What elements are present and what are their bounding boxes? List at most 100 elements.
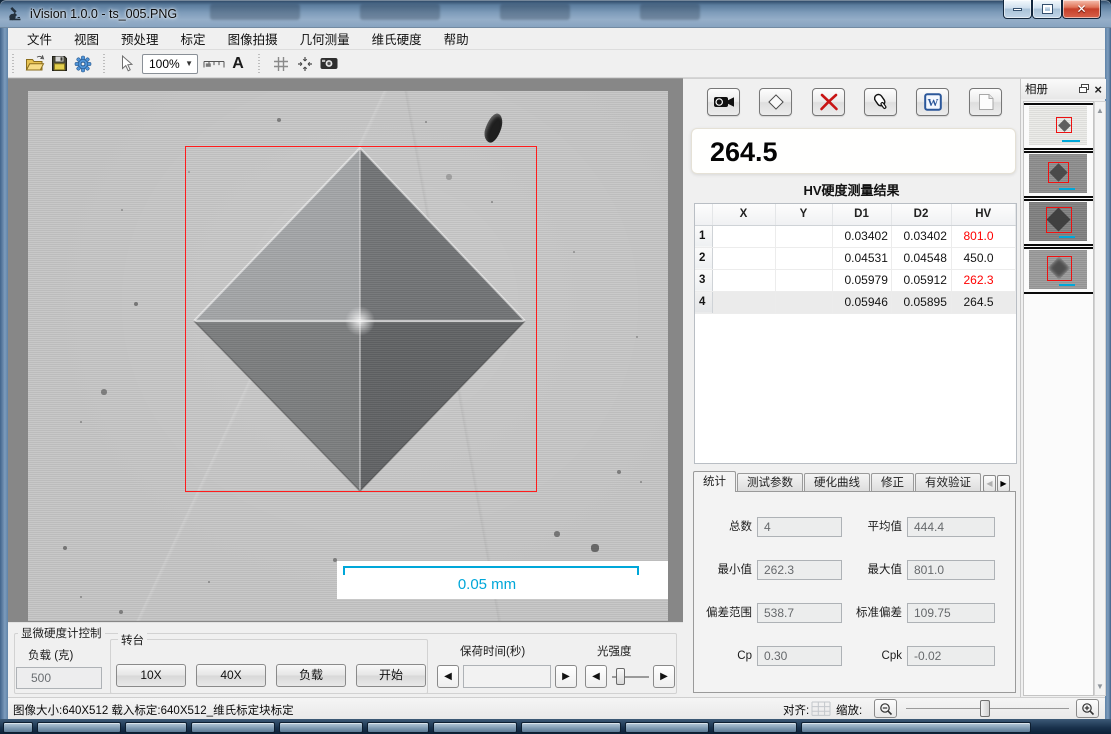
album-thumbnail-1[interactable]	[1024, 103, 1093, 150]
load-grams-field[interactable]: 500	[16, 667, 102, 689]
toolbar-drag-handle[interactable]	[257, 54, 262, 74]
close-panel-icon[interactable]: ×	[1094, 83, 1102, 96]
light-intensity-slider[interactable]	[610, 665, 651, 688]
stat-range-field[interactable]: 538.7	[757, 603, 842, 623]
tab-correction[interactable]: 修正	[871, 473, 914, 492]
zoom-out-icon[interactable]	[874, 699, 897, 718]
taskbar-button[interactable]	[521, 722, 621, 733]
stat-cpk-field[interactable]: -0.02	[907, 646, 995, 666]
album-thumbnail-4[interactable]	[1024, 247, 1093, 294]
menu-image-capture[interactable]: 图像拍摄	[217, 26, 289, 51]
align-grid-icon[interactable]	[811, 701, 831, 721]
tab-validation[interactable]: 有效验证	[915, 473, 981, 492]
microscope-icon	[8, 6, 23, 26]
taskbar-button[interactable]	[433, 722, 517, 733]
apply-load-button[interactable]: 负载	[276, 664, 346, 687]
scale-bracket-line	[343, 566, 639, 575]
tab-test-params[interactable]: 测试参数	[737, 473, 803, 492]
toolbar-drag-handle[interactable]	[11, 54, 16, 74]
taskbar-button[interactable]	[625, 722, 709, 733]
taskbar-button[interactable]	[191, 722, 275, 733]
status-bar: 图像大小:640X512 载入标定:640X512_维氏标定块标定 对齐: 缩放…	[8, 697, 1105, 719]
crosshair-icon[interactable]	[293, 52, 317, 76]
stat-mean-field[interactable]: 444.4	[907, 517, 995, 537]
table-row-selected[interactable]: 4 0.05946 0.05895 264.5	[695, 291, 1016, 313]
taskbar-button[interactable]	[713, 722, 797, 733]
col-d2[interactable]: D2	[891, 204, 951, 225]
menu-vickers-hardness[interactable]: 维氏硬度	[361, 26, 433, 51]
album-thumbnail-3[interactable]	[1024, 199, 1093, 246]
manual-measure-button[interactable]	[864, 88, 897, 116]
menu-geometry-measure[interactable]: 几何测量	[289, 26, 361, 51]
menu-view[interactable]: 视图	[63, 26, 110, 51]
measurement-roi-rectangle[interactable]	[185, 146, 537, 492]
taskbar-button[interactable]	[279, 722, 363, 733]
taskbar-button[interactable]	[801, 722, 1031, 733]
tab-hardening-curve[interactable]: 硬化曲线	[804, 473, 870, 492]
stat-max-field[interactable]: 801.0	[907, 560, 995, 580]
tab-statistics[interactable]: 统计	[693, 471, 736, 492]
delete-button[interactable]	[812, 88, 845, 116]
taskbar-button[interactable]	[3, 722, 33, 733]
col-d1[interactable]: D1	[832, 204, 891, 225]
grid-icon[interactable]	[269, 52, 293, 76]
table-row[interactable]: 3 0.05979 0.05912 262.3	[695, 269, 1016, 291]
settings-gear-icon[interactable]	[71, 52, 95, 76]
table-row[interactable]: 2 0.04531 0.04548 450.0	[695, 247, 1016, 269]
menu-preprocess[interactable]: 预处理	[110, 26, 170, 51]
stat-range-label: 偏差范围	[683, 603, 752, 624]
zoom-level-select[interactable]: 100% ▼	[142, 54, 198, 74]
toolbar-drag-handle[interactable]	[102, 54, 107, 74]
zoom-in-icon[interactable]	[1076, 699, 1099, 718]
camcorder-button[interactable]	[707, 88, 740, 116]
new-report-button[interactable]	[969, 88, 1002, 116]
camera-icon[interactable]	[317, 52, 341, 76]
dwell-decrease-icon[interactable]: ◀	[437, 665, 459, 688]
glass-reflection	[210, 4, 300, 20]
open-folder-icon[interactable]	[23, 52, 47, 76]
microscope-image[interactable]: 0.05 mm	[28, 91, 668, 621]
table-row[interactable]: 1 0.03402 0.03402 801.0	[695, 225, 1016, 247]
stat-cp-field[interactable]: 0.30	[757, 646, 842, 666]
album-panel: 相册 ×	[1020, 78, 1105, 697]
cell-hv: 801.0	[951, 225, 1016, 247]
float-panel-icon[interactable]	[1079, 80, 1089, 98]
scroll-up-icon[interactable]: ▲	[1095, 106, 1105, 115]
album-scrollbar[interactable]: ▲ ▼	[1094, 101, 1106, 696]
objective-10x-button[interactable]: 10X	[116, 664, 186, 687]
cell-d2: 0.04548	[891, 247, 951, 269]
col-x[interactable]: X	[712, 204, 775, 225]
stat-total-field[interactable]: 4	[757, 517, 842, 537]
minimize-button[interactable]	[1003, 0, 1032, 19]
tab-scroll-right-icon[interactable]: ▶	[997, 475, 1010, 492]
menu-file[interactable]: 文件	[16, 26, 63, 51]
menu-help[interactable]: 帮助	[433, 26, 480, 51]
menu-calibration[interactable]: 标定	[170, 26, 217, 51]
scroll-down-icon[interactable]: ▼	[1095, 682, 1105, 691]
slider-thumb[interactable]	[616, 668, 625, 685]
dwell-increase-icon[interactable]: ▶	[555, 665, 577, 688]
album-thumbnail-2[interactable]	[1024, 151, 1093, 198]
word-export-button[interactable]: W	[916, 88, 949, 116]
save-icon[interactable]	[47, 52, 71, 76]
diamond-indent-button[interactable]	[759, 88, 792, 116]
text-tool-icon[interactable]: A	[226, 52, 250, 76]
close-button[interactable]: ✕	[1062, 0, 1101, 19]
light-increase-icon[interactable]: ▶	[653, 665, 675, 688]
taskbar-button[interactable]	[125, 722, 187, 733]
col-hv[interactable]: HV	[951, 204, 1016, 225]
start-button[interactable]: 开始	[356, 664, 426, 687]
tab-scroll-left-icon[interactable]: ◀	[983, 475, 996, 492]
light-decrease-icon[interactable]: ◀	[585, 665, 607, 688]
taskbar-button[interactable]	[367, 722, 429, 733]
measure-icon[interactable]	[202, 52, 226, 76]
zoom-slider-thumb[interactable]	[980, 700, 990, 717]
stat-min-field[interactable]: 262.3	[757, 560, 842, 580]
objective-40x-button[interactable]: 40X	[196, 664, 266, 687]
cursor-icon[interactable]	[114, 52, 138, 76]
maximize-button[interactable]	[1032, 0, 1062, 19]
stat-stdev-field[interactable]: 109.75	[907, 603, 995, 623]
taskbar-button[interactable]	[37, 722, 121, 733]
dwell-time-field[interactable]	[463, 665, 551, 688]
col-y[interactable]: Y	[775, 204, 832, 225]
